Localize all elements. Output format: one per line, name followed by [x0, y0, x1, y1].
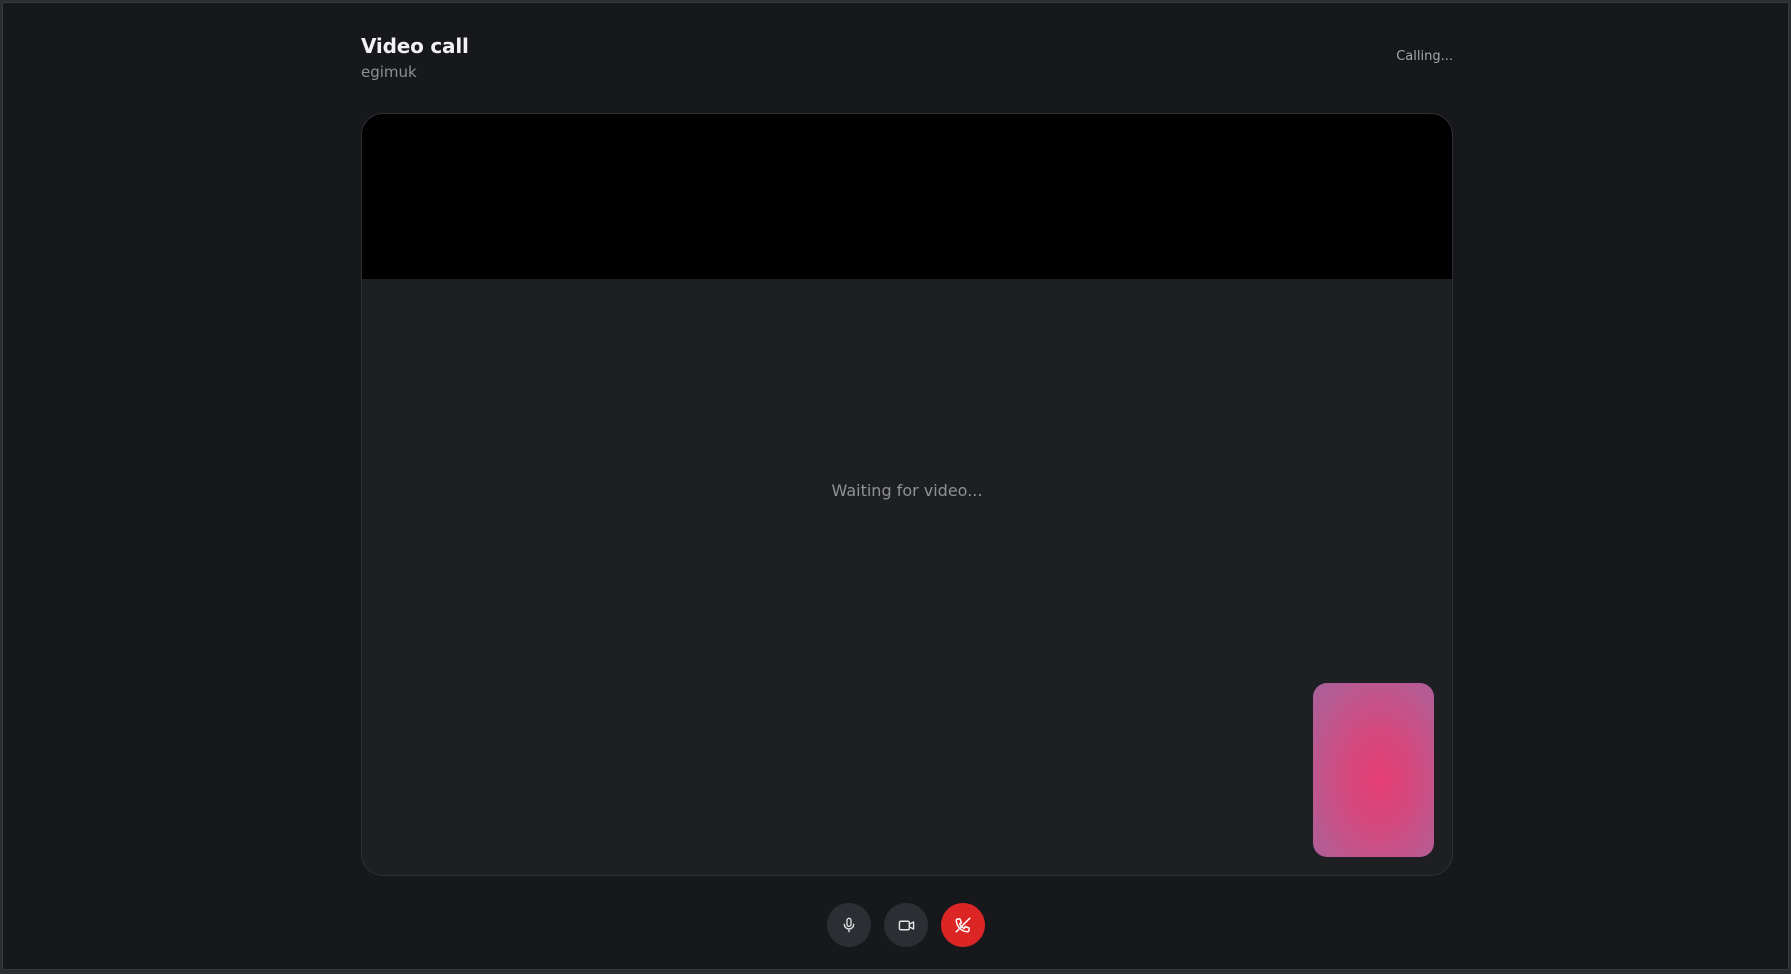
end-call-button[interactable] — [941, 903, 985, 947]
phone-hangup-icon — [954, 916, 972, 934]
microphone-icon — [841, 917, 857, 933]
video-camera-icon — [898, 917, 915, 934]
call-status: Calling... — [1396, 49, 1453, 64]
remote-video-area: Waiting for video... — [361, 113, 1453, 876]
mute-button[interactable] — [827, 903, 871, 947]
camera-button[interactable] — [884, 903, 928, 947]
call-title: Video call — [361, 34, 469, 58]
contact-name: egimuk — [361, 63, 417, 81]
call-header: Video call egimuk Calling... — [360, 33, 1453, 89]
remote-video-frame — [362, 114, 1452, 279]
waiting-message: Waiting for video... — [831, 481, 983, 500]
local-video-preview[interactable] — [1313, 683, 1434, 857]
app-window: Video call egimuk Calling... Waiting for… — [2, 2, 1789, 970]
call-controls — [827, 903, 987, 947]
